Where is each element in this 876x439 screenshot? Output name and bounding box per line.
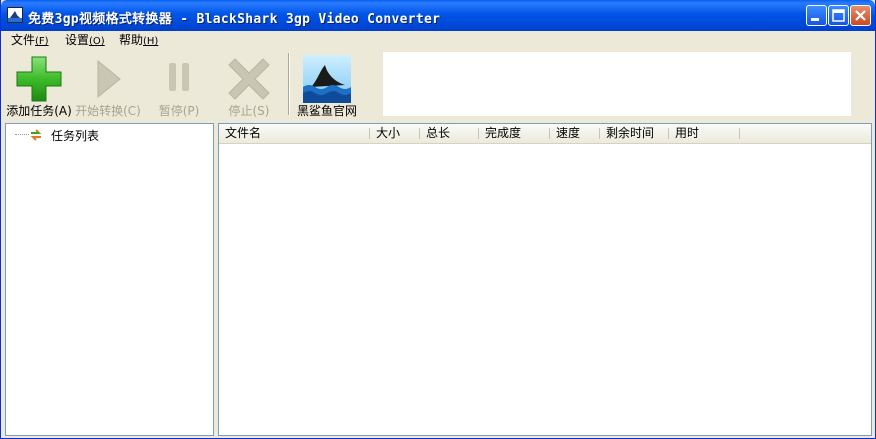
column-remaining-time[interactable]: 剩余时间 (600, 124, 669, 143)
column-speed[interactable]: 速度 (550, 124, 600, 143)
maximize-icon (832, 9, 845, 22)
add-task-label: 添加任务(A) (6, 104, 72, 118)
menu-file-label: 文件 (11, 33, 36, 47)
toolbar-separator (288, 53, 290, 115)
close-icon (855, 10, 866, 21)
menu-bar: 文件(F) 设置(O) 帮助(H) (1, 31, 875, 49)
column-elapsed-time[interactable]: 用时 (669, 124, 739, 143)
pause-label: 暂停(P) (158, 104, 200, 118)
official-site-label: 黑鲨鱼官网 (296, 104, 357, 118)
start-convert-label: 开始转换(C) (75, 104, 141, 118)
minimize-icon (811, 18, 819, 21)
pause-button[interactable]: 暂停(P) (145, 51, 213, 118)
stop-label: 停止(S) (228, 104, 270, 118)
menu-file-accel: (F) (35, 36, 49, 47)
column-divider[interactable] (739, 128, 740, 139)
shark-logo-icon (303, 55, 351, 103)
window-title: 免费3gp视频格式转换器 - BlackShark 3gp Video Conv… (28, 12, 441, 27)
banner-area[interactable] (383, 52, 851, 116)
add-task-button[interactable]: 添加任务(A) (5, 51, 73, 118)
toolbar: 添加任务(A) 开始转换(C) 暂停(P) 停止(S) 黑鲨鱼官网 (1, 49, 875, 121)
stop-button[interactable]: 停止(S) (215, 51, 283, 118)
app-window: 免费3gp视频格式转换器 - BlackShark 3gp Video Conv… (0, 0, 876, 439)
menu-settings-accel: (O) (89, 36, 105, 47)
stop-x-icon (228, 58, 270, 100)
close-button[interactable] (850, 5, 871, 26)
menu-help[interactable]: 帮助(H) (117, 32, 160, 48)
menu-settings[interactable]: 设置(O) (63, 32, 107, 48)
menu-help-accel: (H) (143, 36, 159, 47)
task-list-pane[interactable]: 文件名 大小 总长 完成度 速度 剩余时间 用时 (218, 123, 872, 436)
plus-icon (16, 56, 62, 102)
tree-connector (15, 134, 29, 136)
maximize-button[interactable] (828, 5, 849, 26)
tree-root-item[interactable]: 任务列表 (51, 127, 99, 144)
pause-icon (169, 63, 189, 91)
menu-settings-label: 设置 (65, 33, 90, 47)
column-progress[interactable]: 完成度 (479, 124, 549, 143)
task-tree-pane[interactable]: 任务列表 (5, 123, 214, 436)
play-icon (97, 59, 121, 99)
menu-help-label: 帮助 (119, 33, 144, 47)
official-site-button[interactable]: 黑鲨鱼官网 (293, 51, 361, 118)
start-convert-button[interactable]: 开始转换(C) (74, 51, 142, 118)
minimize-button[interactable] (806, 5, 827, 26)
menu-file[interactable]: 文件(F) (9, 32, 51, 48)
app-icon[interactable] (7, 7, 23, 23)
list-header: 文件名 大小 总长 完成度 速度 剩余时间 用时 (219, 124, 871, 144)
task-list-icon (30, 129, 42, 141)
column-duration[interactable]: 总长 (420, 124, 479, 143)
column-filename[interactable]: 文件名 (219, 124, 369, 143)
title-bar[interactable]: 免费3gp视频格式转换器 - BlackShark 3gp Video Conv… (1, 0, 875, 31)
column-size[interactable]: 大小 (370, 124, 420, 143)
